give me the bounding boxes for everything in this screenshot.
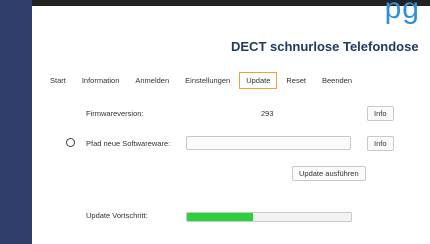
firmware-version-label: Firmwareversion:: [86, 109, 144, 118]
software-path-info-button[interactable]: Info: [367, 136, 394, 151]
page-title: DECT schnurlose Telefondose: [231, 39, 419, 54]
left-sidebar-strip: [0, 0, 32, 244]
tab-update[interactable]: Update: [239, 71, 278, 89]
top-dark-strip: [32, 0, 430, 6]
tab-information[interactable]: Information: [75, 72, 127, 89]
tab-einstellungen[interactable]: Einstellungen: [178, 72, 237, 89]
update-execute-button[interactable]: Update ausführen: [292, 166, 366, 181]
update-progress-bar: [186, 212, 352, 222]
tab-beenden[interactable]: Beenden: [315, 72, 359, 89]
update-progress-label: Update Vortschritt:: [86, 211, 148, 220]
tab-bar: Start Information Anmelden Einstellungen…: [43, 70, 423, 90]
tab-anmelden[interactable]: Anmelden: [128, 72, 176, 89]
firmware-info-button[interactable]: Info: [367, 106, 394, 121]
corner-partial-text: pg: [384, 0, 420, 25]
software-path-input[interactable]: [186, 136, 351, 150]
firmware-version-value: 293: [261, 109, 274, 118]
tab-start[interactable]: Start: [43, 72, 73, 89]
software-path-label: Pfad neue Softwareware:: [86, 139, 171, 148]
tab-reset[interactable]: Reset: [279, 72, 313, 89]
software-path-radio[interactable]: [66, 138, 75, 147]
update-progress-fill: [187, 213, 253, 221]
